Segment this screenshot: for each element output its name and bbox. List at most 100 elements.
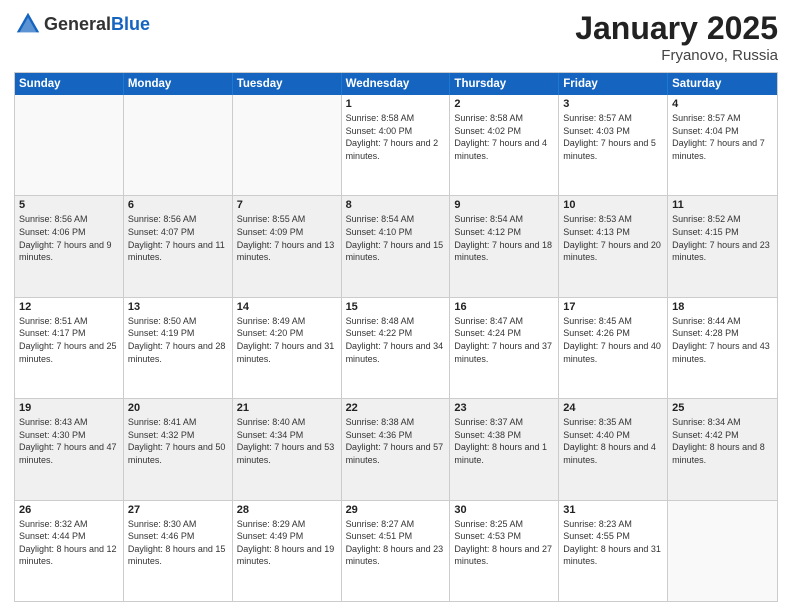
day-number: 10 (563, 199, 663, 211)
day-header-tuesday: Tuesday (233, 73, 342, 95)
logo-general: General (44, 14, 111, 34)
cell-info: Sunrise: 8:56 AMSunset: 4:06 PMDaylight:… (19, 213, 119, 263)
calendar-cell-1: 1 Sunrise: 8:58 AMSunset: 4:00 PMDaylight… (342, 95, 451, 195)
cell-info: Sunrise: 8:50 AMSunset: 4:19 PMDaylight:… (128, 315, 228, 365)
calendar-cell-26: 26 Sunrise: 8:32 AMSunset: 4:44 PMDayligh… (15, 501, 124, 601)
cell-info: Sunrise: 8:35 AMSunset: 4:40 PMDaylight:… (563, 416, 663, 466)
calendar-row-2: 12Sunrise: 8:51 AMSunset: 4:17 PMDayligh… (15, 298, 777, 399)
calendar-cell-18: 18 Sunrise: 8:44 AMSunset: 4:28 PMDayligh… (668, 298, 777, 398)
day-header-sunday: Sunday (15, 73, 124, 95)
title-block: January 2025 Fryanovo, Russia (575, 10, 778, 64)
cell-info: Sunrise: 8:55 AMSunset: 4:09 PMDaylight:… (237, 213, 337, 263)
day-number: 24 (563, 402, 663, 414)
day-number: 5 (19, 199, 119, 211)
calendar-cell-19: 19 Sunrise: 8:43 AMSunset: 4:30 PMDayligh… (15, 399, 124, 499)
calendar-cell-15: 15Sunrise: 8:48 AMSunset: 4:22 PMDayligh… (342, 298, 451, 398)
logo-blue: Blue (111, 14, 150, 34)
cell-info: Sunrise: 8:56 AMSunset: 4:07 PMDaylight:… (128, 213, 228, 263)
cell-info: Sunrise: 8:44 AMSunset: 4:28 PMDaylight:… (672, 315, 773, 365)
day-number: 30 (454, 504, 554, 516)
calendar-cell-2: 2Sunrise: 8:58 AMSunset: 4:02 PMDaylight… (450, 95, 559, 195)
cell-info: Sunrise: 8:49 AMSunset: 4:20 PMDaylight:… (237, 315, 337, 365)
day-number: 8 (346, 199, 446, 211)
day-number: 25 (672, 402, 773, 414)
day-number: 13 (128, 301, 228, 313)
day-number: 26 (19, 504, 119, 516)
day-header-saturday: Saturday (668, 73, 777, 95)
calendar-cell-6: 6Sunrise: 8:56 AMSunset: 4:07 PMDaylight… (124, 196, 233, 296)
day-number: 21 (237, 402, 337, 414)
calendar-cell-20: 20Sunrise: 8:41 AMSunset: 4:32 PMDayligh… (124, 399, 233, 499)
calendar-cell-28: 28 Sunrise: 8:29 AMSunset: 4:49 PMDayligh… (233, 501, 342, 601)
cell-info: Sunrise: 8:30 AMSunset: 4:46 PMDaylight:… (128, 518, 228, 568)
cell-info: Sunrise: 8:27 AMSunset: 4:51 PMDaylight:… (346, 518, 446, 568)
calendar-cell-empty (124, 95, 233, 195)
day-number: 28 (237, 504, 337, 516)
calendar-cell-16: 16Sunrise: 8:47 AMSunset: 4:24 PMDayligh… (450, 298, 559, 398)
main-container: GeneralBlue January 2025 Fryanovo, Russi… (0, 0, 792, 612)
calendar-row-1: 5 Sunrise: 8:56 AMSunset: 4:06 PMDaylight… (15, 196, 777, 297)
calendar-cell-9: 9Sunrise: 8:54 AMSunset: 4:12 PMDaylight… (450, 196, 559, 296)
calendar-cell-13: 13 Sunrise: 8:50 AMSunset: 4:19 PMDayligh… (124, 298, 233, 398)
logo: GeneralBlue (14, 10, 150, 38)
cell-info: Sunrise: 8:47 AMSunset: 4:24 PMDaylight:… (454, 315, 554, 365)
cell-info: Sunrise: 8:52 AMSunset: 4:15 PMDaylight:… (672, 213, 773, 263)
calendar-cell-5: 5 Sunrise: 8:56 AMSunset: 4:06 PMDaylight… (15, 196, 124, 296)
cell-info: Sunrise: 8:54 AMSunset: 4:12 PMDaylight:… (454, 213, 554, 263)
cell-info: Sunrise: 8:45 AMSunset: 4:26 PMDaylight:… (563, 315, 663, 365)
cell-info: Sunrise: 8:38 AMSunset: 4:36 PMDaylight:… (346, 416, 446, 466)
calendar-cell-12: 12Sunrise: 8:51 AMSunset: 4:17 PMDayligh… (15, 298, 124, 398)
day-number: 1 (346, 98, 446, 110)
day-number: 15 (346, 301, 446, 313)
day-number: 23 (454, 402, 554, 414)
calendar-cell-7: 7 Sunrise: 8:55 AMSunset: 4:09 PMDaylight… (233, 196, 342, 296)
header: GeneralBlue January 2025 Fryanovo, Russi… (14, 10, 778, 64)
calendar-cell-22: 22Sunrise: 8:38 AMSunset: 4:36 PMDayligh… (342, 399, 451, 499)
cell-info: Sunrise: 8:57 AMSunset: 4:04 PMDaylight:… (672, 112, 773, 162)
cell-info: Sunrise: 8:53 AMSunset: 4:13 PMDaylight:… (563, 213, 663, 263)
day-number: 12 (19, 301, 119, 313)
day-number: 3 (563, 98, 663, 110)
month-title: January 2025 (575, 10, 778, 47)
cell-info: Sunrise: 8:40 AMSunset: 4:34 PMDaylight:… (237, 416, 337, 466)
location: Fryanovo, Russia (575, 47, 778, 64)
day-header-thursday: Thursday (450, 73, 559, 95)
cell-info: Sunrise: 8:32 AMSunset: 4:44 PMDaylight:… (19, 518, 119, 568)
calendar: SundayMondayTuesdayWednesdayThursdayFrid… (14, 72, 778, 602)
calendar-cell-27: 27 Sunrise: 8:30 AMSunset: 4:46 PMDayligh… (124, 501, 233, 601)
calendar-cell-empty (15, 95, 124, 195)
calendar-cell-29: 29 Sunrise: 8:27 AMSunset: 4:51 PMDayligh… (342, 501, 451, 601)
cell-info: Sunrise: 8:29 AMSunset: 4:49 PMDaylight:… (237, 518, 337, 568)
day-number: 17 (563, 301, 663, 313)
day-number: 19 (19, 402, 119, 414)
day-number: 4 (672, 98, 773, 110)
calendar-cell-empty (233, 95, 342, 195)
calendar-cell-3: 3Sunrise: 8:57 AMSunset: 4:03 PMDaylight… (559, 95, 668, 195)
calendar-cell-21: 21 Sunrise: 8:40 AMSunset: 4:34 PMDayligh… (233, 399, 342, 499)
calendar-cell-23: 23Sunrise: 8:37 AMSunset: 4:38 PMDayligh… (450, 399, 559, 499)
day-header-wednesday: Wednesday (342, 73, 451, 95)
day-number: 29 (346, 504, 446, 516)
day-header-friday: Friday (559, 73, 668, 95)
calendar-header: SundayMondayTuesdayWednesdayThursdayFrid… (15, 73, 777, 95)
cell-info: Sunrise: 8:54 AMSunset: 4:10 PMDaylight:… (346, 213, 446, 263)
calendar-body: 1 Sunrise: 8:58 AMSunset: 4:00 PMDaylight… (15, 95, 777, 601)
cell-info: Sunrise: 8:34 AMSunset: 4:42 PMDaylight:… (672, 416, 773, 466)
calendar-cell-30: 30Sunrise: 8:25 AMSunset: 4:53 PMDayligh… (450, 501, 559, 601)
calendar-row-0: 1 Sunrise: 8:58 AMSunset: 4:00 PMDaylight… (15, 95, 777, 196)
day-number: 7 (237, 199, 337, 211)
calendar-cell-11: 11 Sunrise: 8:52 AMSunset: 4:15 PMDayligh… (668, 196, 777, 296)
day-number: 31 (563, 504, 663, 516)
calendar-cell-24: 24 Sunrise: 8:35 AMSunset: 4:40 PMDayligh… (559, 399, 668, 499)
calendar-cell-17: 17 Sunrise: 8:45 AMSunset: 4:26 PMDayligh… (559, 298, 668, 398)
calendar-cell-31: 31Sunrise: 8:23 AMSunset: 4:55 PMDayligh… (559, 501, 668, 601)
day-number: 18 (672, 301, 773, 313)
day-number: 11 (672, 199, 773, 211)
day-number: 27 (128, 504, 228, 516)
calendar-cell-25: 25 Sunrise: 8:34 AMSunset: 4:42 PMDayligh… (668, 399, 777, 499)
cell-info: Sunrise: 8:58 AMSunset: 4:00 PMDaylight:… (346, 112, 446, 162)
cell-info: Sunrise: 8:43 AMSunset: 4:30 PMDaylight:… (19, 416, 119, 466)
calendar-cell-8: 8 Sunrise: 8:54 AMSunset: 4:10 PMDaylight… (342, 196, 451, 296)
calendar-cell-14: 14Sunrise: 8:49 AMSunset: 4:20 PMDayligh… (233, 298, 342, 398)
day-number: 2 (454, 98, 554, 110)
